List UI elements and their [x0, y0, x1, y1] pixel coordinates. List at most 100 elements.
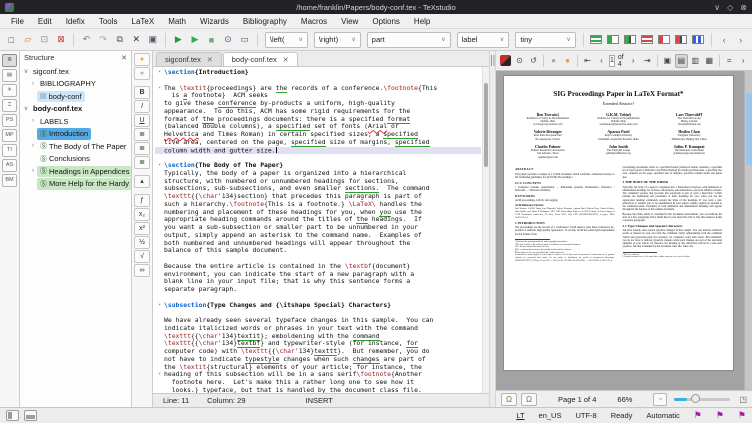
- splitter-handle[interactable]: [489, 51, 496, 407]
- structure-item[interactable]: ›ⓈThe Body of The Paper: [20, 140, 131, 153]
- underline-button[interactable]: U: [134, 114, 150, 127]
- structure-item[interactable]: ›LABELS: [20, 115, 131, 128]
- menu-bibliography[interactable]: Bibliography: [236, 17, 294, 26]
- status-automatic[interactable]: Automatic: [646, 411, 679, 420]
- undo-button[interactable]: ↶: [79, 32, 94, 48]
- bell-icon[interactable]: Ω: [501, 393, 517, 406]
- left-delimiter-combo[interactable]: \left(∨: [265, 32, 308, 48]
- fit-width-button[interactable]: ▤: [675, 54, 688, 68]
- zoom-original-button[interactable]: ▫: [653, 393, 667, 406]
- flag-icon[interactable]: ⚑: [716, 410, 724, 421]
- menu-math[interactable]: Math: [161, 17, 193, 26]
- structure-panel-button[interactable]: ≣: [2, 54, 17, 67]
- menu-edit[interactable]: Edit: [31, 17, 59, 26]
- magnifier-icon[interactable]: ⊙: [221, 32, 236, 48]
- expander-icon[interactable]: ›: [29, 81, 37, 87]
- pstricks-panel-button[interactable]: PS: [2, 114, 17, 127]
- tab-body-conf.tex[interactable]: body-conf.tex✕: [223, 52, 298, 66]
- fraction-button[interactable]: ½: [134, 236, 150, 249]
- status-en-us[interactable]: en_US: [539, 411, 562, 420]
- menu-idefix[interactable]: Idefix: [59, 17, 92, 26]
- first-page-button[interactable]: ⇤: [581, 54, 594, 68]
- pdf-scrollbar-thumb[interactable]: [746, 93, 752, 165]
- bold-button[interactable]: B: [134, 86, 150, 99]
- zoom-slider[interactable]: [674, 398, 730, 401]
- pdf-view[interactable]: SIG Proceedings Paper in LaTeX Format* E…: [496, 71, 752, 390]
- copy-button[interactable]: ⧉: [112, 32, 127, 48]
- subscript-button[interactable]: x₂: [134, 208, 150, 221]
- todo-marker-button[interactable]: ●: [134, 53, 150, 66]
- pdf-scrollbar[interactable]: [744, 71, 752, 390]
- fold-marker-icon[interactable]: ▾: [155, 302, 164, 310]
- build-and-view-button[interactable]: ▶: [171, 32, 186, 48]
- structure-item[interactable]: ⓈIntroduction: [20, 128, 131, 141]
- expand-icon[interactable]: ◳: [739, 395, 747, 404]
- editor-scrollbar[interactable]: [482, 67, 489, 393]
- remove-row-button[interactable]: [641, 35, 653, 44]
- zoom-icon[interactable]: ⊙: [513, 54, 526, 68]
- add-row-button[interactable]: [590, 35, 602, 44]
- align-left-button[interactable]: ≣: [134, 128, 150, 141]
- structure-item[interactable]: ∨sigconf.tex: [20, 65, 131, 78]
- status-utf-8[interactable]: UTF-8: [575, 411, 596, 420]
- cut-button[interactable]: ✕: [129, 32, 144, 48]
- fold-marker-icon[interactable]: ▾: [155, 371, 164, 379]
- view-button[interactable]: ■: [204, 32, 219, 48]
- add-column-button[interactable]: [607, 35, 619, 44]
- cut-column-button[interactable]: [675, 35, 687, 44]
- remove-column-button[interactable]: [658, 35, 670, 44]
- marker-button[interactable]: ●: [134, 67, 150, 80]
- align-columns-button[interactable]: [692, 35, 704, 44]
- menu-help[interactable]: Help: [407, 17, 437, 26]
- code-line[interactable]: ▾\subsection{Type Changes and {\itshape …: [155, 302, 481, 310]
- reference-combo[interactable]: label∨: [457, 32, 510, 48]
- editor-scrollbar-thumb[interactable]: [484, 83, 488, 167]
- next-page-button[interactable]: ›: [627, 54, 640, 68]
- paste-button[interactable]: ▣: [146, 32, 161, 48]
- structure-item[interactable]: ⓈMore Help for the Hardy: [20, 178, 131, 191]
- flag-icon[interactable]: ⚑: [738, 410, 746, 421]
- structure-item[interactable]: ⓈConclusions: [20, 153, 131, 166]
- toggle-messages-icon[interactable]: [24, 410, 37, 421]
- expander-icon[interactable]: ›: [29, 168, 37, 174]
- marker-orange-icon[interactable]: ●: [561, 54, 574, 68]
- previous-column-button[interactable]: ‹: [717, 32, 732, 48]
- root-button[interactable]: √: [134, 250, 150, 263]
- reset-zoom-button[interactable]: ↺: [527, 54, 540, 68]
- structure-item[interactable]: ›BIBLIOGRAPHY: [20, 78, 131, 91]
- fold-marker-icon[interactable]: ▾: [155, 69, 164, 77]
- symbols-panel-button[interactable]: ✳: [2, 84, 17, 97]
- align-right-button[interactable]: ≣: [134, 156, 150, 169]
- collapse-button[interactable]: ▴: [134, 175, 150, 188]
- fit-height-button[interactable]: ▦: [703, 54, 716, 68]
- close-tab-icon[interactable]: ✕: [207, 56, 213, 64]
- next-column-button[interactable]: ›: [733, 32, 748, 48]
- superscript-button[interactable]: x²: [134, 222, 150, 235]
- close-tab-icon[interactable]: ✕: [283, 56, 289, 64]
- tikz-panel-button[interactable]: TI: [2, 144, 17, 157]
- align-center-button[interactable]: ≣: [134, 142, 150, 155]
- symbol-button[interactable]: ∞: [134, 264, 150, 277]
- menu-view[interactable]: View: [334, 17, 365, 26]
- menu-options[interactable]: Options: [365, 17, 407, 26]
- menu-macros[interactable]: Macros: [294, 17, 334, 26]
- code-line[interactable]: separate paragraph.: [155, 286, 481, 294]
- status-lt[interactable]: LT: [516, 411, 524, 420]
- fontsize-combo[interactable]: tiny∨: [515, 32, 576, 48]
- more-options-button[interactable]: ›: [737, 54, 750, 68]
- expander-icon[interactable]: ∨: [22, 68, 30, 75]
- restore-window-icon[interactable]: ◇: [727, 3, 733, 12]
- flag-icon[interactable]: ⚑: [694, 410, 702, 421]
- math-function-button[interactable]: ƒ: [134, 194, 150, 207]
- code-line[interactable]: column width and gutter size.: [155, 147, 481, 155]
- fit-window-button[interactable]: ▣: [661, 54, 674, 68]
- bookmarks-panel-button[interactable]: ▤: [2, 69, 17, 82]
- page-number-input[interactable]: 1: [609, 55, 615, 67]
- tab-sigconf.tex[interactable]: sigconf.tex✕: [156, 52, 222, 66]
- open-file-button[interactable]: ▱: [21, 32, 36, 48]
- structure-item[interactable]: ▤body-conf: [20, 90, 131, 103]
- metapost-panel-button[interactable]: MP: [2, 129, 17, 142]
- expander-icon[interactable]: ›: [29, 118, 37, 124]
- brackets-panel-button[interactable]: ⌶: [2, 99, 17, 112]
- code-line[interactable]: looks.} typeface, but that is handled by…: [155, 387, 481, 393]
